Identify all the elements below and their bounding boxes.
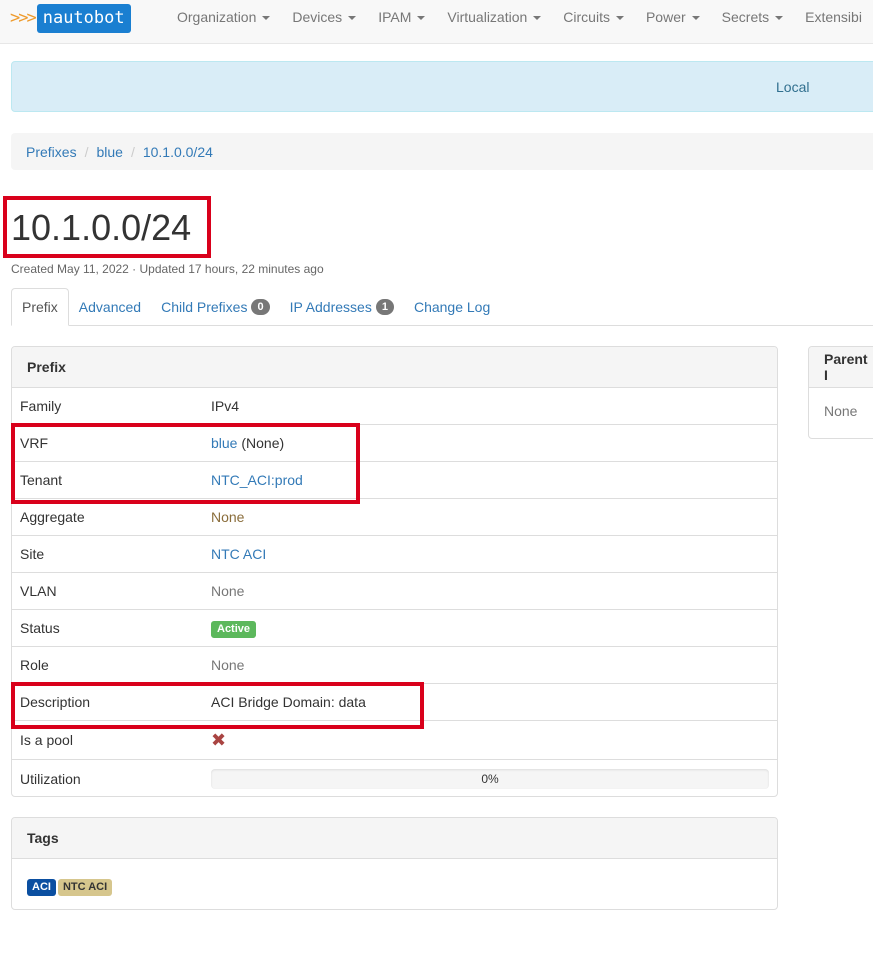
- caret-down-icon: [417, 15, 426, 20]
- count-badge: 1: [375, 298, 394, 315]
- highlight-box-vrf-tenant: [11, 423, 360, 504]
- status-badge: Active: [211, 620, 257, 638]
- brand-chevrons: >>>: [10, 8, 37, 28]
- row-site: Site NTC ACI: [12, 536, 777, 573]
- tag-aci[interactable]: ACI: [27, 879, 56, 896]
- pool-value: ✖: [211, 731, 777, 749]
- panel-heading: Tags: [12, 818, 777, 859]
- tab-advanced[interactable]: Advanced: [69, 288, 151, 325]
- breadcrumb-prefix[interactable]: 10.1.0.0/24: [143, 144, 213, 160]
- banner-text: Local: [776, 79, 810, 95]
- tab-prefix[interactable]: Prefix: [11, 288, 69, 326]
- nav-label: Extensibi: [805, 8, 862, 25]
- main-nav: Organization Devices IPAM Virtualization…: [166, 0, 873, 34]
- brand-logo[interactable]: >>> nautobot: [10, 3, 131, 33]
- breadcrumb-prefixes[interactable]: Prefixes: [26, 144, 77, 160]
- status-value: Active: [211, 619, 777, 638]
- row-label: Site: [20, 546, 45, 562]
- row-family: Family IPv4: [12, 388, 777, 425]
- prefix-panel: Prefix Family IPv4 VRF blue (None) Tenan…: [11, 346, 778, 797]
- site-link[interactable]: NTC ACI: [211, 546, 266, 562]
- nav-devices[interactable]: Devices: [281, 0, 367, 34]
- row-label: VLAN: [20, 583, 57, 599]
- page-meta: Created May 11, 2022 · Updated 17 hours,…: [11, 262, 324, 276]
- row-utilization: Utilization 0%: [12, 760, 777, 796]
- nav-secrets[interactable]: Secrets: [711, 0, 794, 34]
- panel-heading: Parent I: [809, 347, 873, 388]
- tags-list: ACI NTC ACI: [12, 859, 777, 896]
- row-status: Status Active: [12, 610, 777, 647]
- nav-label: IPAM: [378, 8, 412, 25]
- panel-heading: Prefix: [12, 347, 777, 388]
- role-value: None: [211, 657, 245, 673]
- nav-label: Virtualization: [447, 8, 528, 25]
- breadcrumb-separator: /: [84, 143, 89, 160]
- nav-label: Devices: [292, 8, 343, 25]
- nav-ipam[interactable]: IPAM: [367, 0, 436, 34]
- brand-name: nautobot: [36, 3, 131, 33]
- caret-down-icon: [262, 15, 271, 20]
- nav-circuits[interactable]: Circuits: [552, 0, 635, 34]
- tab-label: Advanced: [78, 298, 142, 315]
- breadcrumb-separator: /: [130, 143, 135, 160]
- nav-virtualization[interactable]: Virtualization: [436, 0, 552, 34]
- aggregate-value: None: [211, 509, 245, 525]
- utilization-text: 0%: [481, 771, 499, 786]
- breadcrumb: Prefixes / blue / 10.1.0.0/24: [11, 133, 873, 170]
- utilization-value: 0%: [211, 768, 777, 789]
- nav-label: Power: [645, 8, 686, 25]
- row-label: Role: [20, 657, 49, 673]
- nav-label: Organization: [177, 8, 257, 25]
- row-label: Aggregate: [20, 509, 85, 525]
- row-label: Is a pool: [20, 732, 73, 748]
- tab-label: IP Addresses: [289, 298, 372, 315]
- breadcrumb-vrf[interactable]: blue: [96, 144, 122, 160]
- tab-ip-addresses[interactable]: IP Addresses 1: [280, 288, 404, 325]
- row-label: Family: [20, 398, 62, 414]
- tag-ntc-aci[interactable]: NTC ACI: [57, 879, 113, 896]
- row-label: Utilization: [20, 770, 81, 787]
- nav-label: Circuits: [563, 8, 610, 25]
- count-badge: 0: [251, 298, 270, 315]
- site-value: NTC ACI: [211, 546, 777, 562]
- family-value: IPv4: [211, 398, 240, 414]
- caret-down-icon: [348, 15, 357, 20]
- row-label: Status: [20, 620, 60, 636]
- nav-power[interactable]: Power: [635, 0, 711, 34]
- row-vlan: VLAN None: [12, 573, 777, 610]
- vlan-value: None: [211, 583, 245, 599]
- caret-down-icon: [615, 15, 624, 20]
- tab-label: Change Log: [413, 298, 491, 315]
- nav-extensibility[interactable]: Extensibi: [794, 0, 873, 34]
- tab-change-log[interactable]: Change Log: [404, 288, 500, 325]
- highlight-box-description: [11, 682, 424, 729]
- nav-label: Secrets: [721, 8, 770, 25]
- top-navbar: >>> nautobot Organization Devices IPAM V…: [0, 0, 873, 44]
- tab-bar: Prefix Advanced Child Prefixes 0 IP Addre…: [11, 288, 873, 326]
- tab-child-prefixes[interactable]: Child Prefixes 0: [151, 288, 280, 325]
- tags-panel: Tags ACI NTC ACI: [11, 817, 778, 910]
- parent-value: None: [824, 403, 858, 419]
- utilization-progress-bar: 0%: [211, 768, 769, 789]
- row-role: Role None: [12, 647, 777, 684]
- caret-down-icon: [691, 15, 700, 20]
- tab-label: Child Prefixes: [161, 298, 248, 315]
- nav-organization[interactable]: Organization: [166, 0, 281, 34]
- caret-down-icon: [775, 15, 784, 20]
- x-icon: ✖: [211, 730, 227, 750]
- parent-prefixes-panel: Parent I None: [808, 346, 873, 439]
- highlight-box-title: [3, 196, 211, 258]
- caret-down-icon: [533, 15, 542, 20]
- row-aggregate: Aggregate None: [12, 499, 777, 536]
- info-banner: Local: [11, 61, 873, 112]
- tab-label: Prefix: [22, 299, 58, 315]
